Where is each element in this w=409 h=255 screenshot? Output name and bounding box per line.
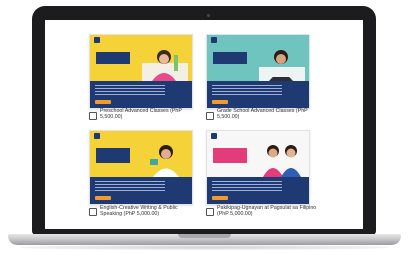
webcam-icon [207, 14, 210, 17]
product-image-grade-school[interactable] [206, 34, 310, 109]
checkbox-preschool[interactable] [89, 112, 97, 120]
product-image-english[interactable] [89, 130, 193, 205]
student-photo [150, 145, 179, 177]
card-cta [212, 100, 228, 104]
laptop-notch [178, 234, 231, 238]
card-footer [90, 81, 192, 108]
card-cta [212, 196, 228, 200]
card-title-tag [213, 148, 247, 163]
product-label-filipino: Pakikipag-Ugnayan at Pagsulat sa Filipin… [217, 205, 317, 218]
student-photo [263, 145, 301, 177]
card-footer [90, 177, 192, 204]
product-image-preschool[interactable] [89, 34, 193, 109]
card-blurb [95, 181, 165, 193]
school-logo-icon [211, 37, 217, 43]
card-title-tag [96, 52, 130, 64]
card-footer [207, 177, 309, 204]
school-logo-icon [94, 133, 100, 139]
school-logo-icon [211, 133, 217, 139]
card-footer [207, 81, 309, 108]
product-image-filipino[interactable] [206, 130, 310, 205]
card-blurb [95, 85, 165, 97]
card-blurb [212, 181, 282, 193]
laptop-shadow [20, 245, 389, 250]
checkbox-filipino[interactable] [206, 208, 214, 216]
card-title-tag [96, 148, 130, 163]
checkbox-grade-school[interactable] [206, 112, 214, 120]
card-blurb [212, 85, 282, 97]
student-photo [142, 50, 188, 81]
card-cta [95, 196, 111, 200]
card-cta [95, 100, 111, 104]
product-label-preschool: Preschool Advanced Classes (PhP 5,500.00… [100, 108, 182, 121]
screen: Preschool Advanced Classes (PhP 5,500.00… [45, 20, 363, 229]
card-title-tag [213, 52, 247, 64]
product-label-grade-school: Grade School Advanced Classes (PhP 5,500… [217, 108, 308, 121]
student-photo [259, 50, 305, 81]
checkbox-english[interactable] [89, 208, 97, 216]
product-label-english: English-Creative Writing & Public Speaki… [100, 205, 178, 218]
school-logo-icon [94, 37, 100, 43]
